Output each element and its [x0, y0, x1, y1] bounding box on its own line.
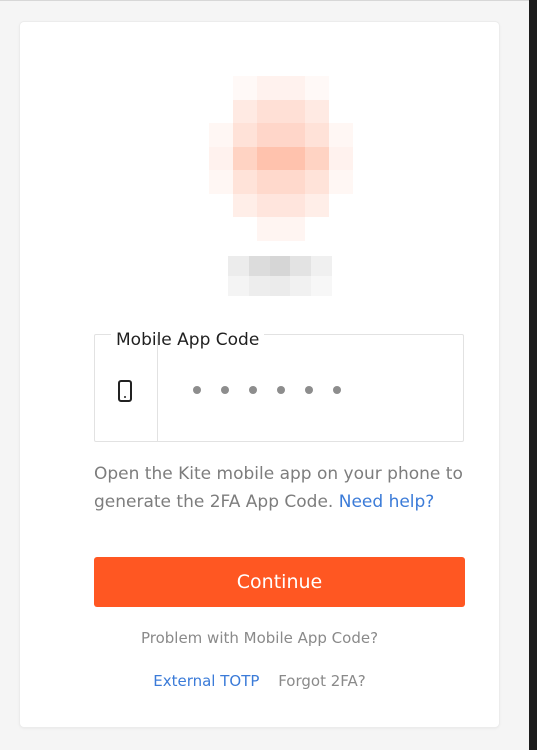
user-id-pixel	[290, 256, 312, 276]
avatar-pixel	[257, 123, 281, 147]
avatar-pixel	[233, 170, 257, 194]
avatar-pixel	[257, 76, 281, 100]
user-id-blurred	[228, 256, 332, 296]
avatar-pixel	[281, 146, 305, 170]
avatar-pixel	[233, 99, 257, 123]
external-totp-link[interactable]: External TOTP	[153, 672, 259, 690]
avatar-pixel	[281, 76, 305, 100]
avatar-pixel	[209, 123, 233, 147]
avatar-pixel	[233, 217, 257, 241]
avatar-pixel	[257, 146, 281, 170]
avatar-pixel	[329, 76, 353, 100]
user-id-pixel	[248, 256, 270, 276]
avatar-pixel	[305, 217, 329, 241]
avatar-pixel	[257, 193, 281, 217]
avatar-pixel	[209, 99, 233, 123]
avatar-pixel	[329, 193, 353, 217]
user-id-pixel	[290, 276, 312, 296]
alternate-options: External TOTP Forgot 2FA?	[20, 672, 499, 690]
forgot-2fa-link[interactable]: Forgot 2FA?	[278, 672, 366, 690]
avatar-pixel	[209, 146, 233, 170]
user-id-pixel	[311, 276, 332, 296]
avatar-pixel	[305, 123, 329, 147]
user-id-pixel	[269, 276, 291, 296]
avatar-pixel	[257, 99, 281, 123]
avatar-pixel	[329, 146, 353, 170]
phone-icon-cell	[95, 335, 158, 441]
user-id-pixel	[228, 256, 249, 276]
avatar-pixel	[281, 123, 305, 147]
need-help-link[interactable]: Need help?	[339, 492, 435, 512]
avatar-pixel	[305, 76, 329, 100]
avatar-pixel	[281, 99, 305, 123]
avatar-pixel	[305, 146, 329, 170]
user-id-pixel	[311, 256, 332, 276]
avatar-pixel	[209, 217, 233, 241]
avatar-pixel	[305, 193, 329, 217]
avatar-pixel	[281, 193, 305, 217]
problem-message: Problem with Mobile App Code?	[140, 629, 379, 647]
avatar-pixel	[209, 193, 233, 217]
avatar-pixel	[233, 146, 257, 170]
continue-button[interactable]: Continue	[94, 557, 465, 607]
help-message: Open the Kite mobile app on your phone t…	[94, 460, 484, 516]
avatar-pixel	[329, 99, 353, 123]
avatar-pixel	[209, 76, 233, 100]
page: Mobile App Code Open the Kite mobile app…	[0, 0, 537, 750]
window-edge	[529, 0, 537, 750]
avatar-pixel	[329, 123, 353, 147]
login-card: Mobile App Code Open the Kite mobile app…	[20, 22, 499, 727]
mobile-phone-icon	[118, 380, 132, 402]
user-avatar	[209, 76, 353, 241]
avatar-pixel	[257, 170, 281, 194]
window-top-border	[0, 0, 529, 1]
avatar-pixel	[257, 217, 281, 241]
avatar-pixel	[281, 217, 305, 241]
avatar-pixel	[329, 170, 353, 194]
avatar-pixel	[305, 99, 329, 123]
avatar-pixel	[281, 170, 305, 194]
avatar-pixel	[233, 123, 257, 147]
avatar-pixel	[209, 170, 233, 194]
user-id-pixel	[248, 276, 270, 296]
mobile-app-code-field[interactable]: Mobile App Code	[94, 329, 464, 442]
avatar-pixel	[233, 193, 257, 217]
app-code-input[interactable]	[159, 369, 463, 411]
avatar-pixel	[329, 217, 353, 241]
user-id-pixel	[228, 276, 249, 296]
avatar-pixel	[233, 76, 257, 100]
user-id-pixel	[269, 256, 291, 276]
avatar-pixel	[305, 170, 329, 194]
